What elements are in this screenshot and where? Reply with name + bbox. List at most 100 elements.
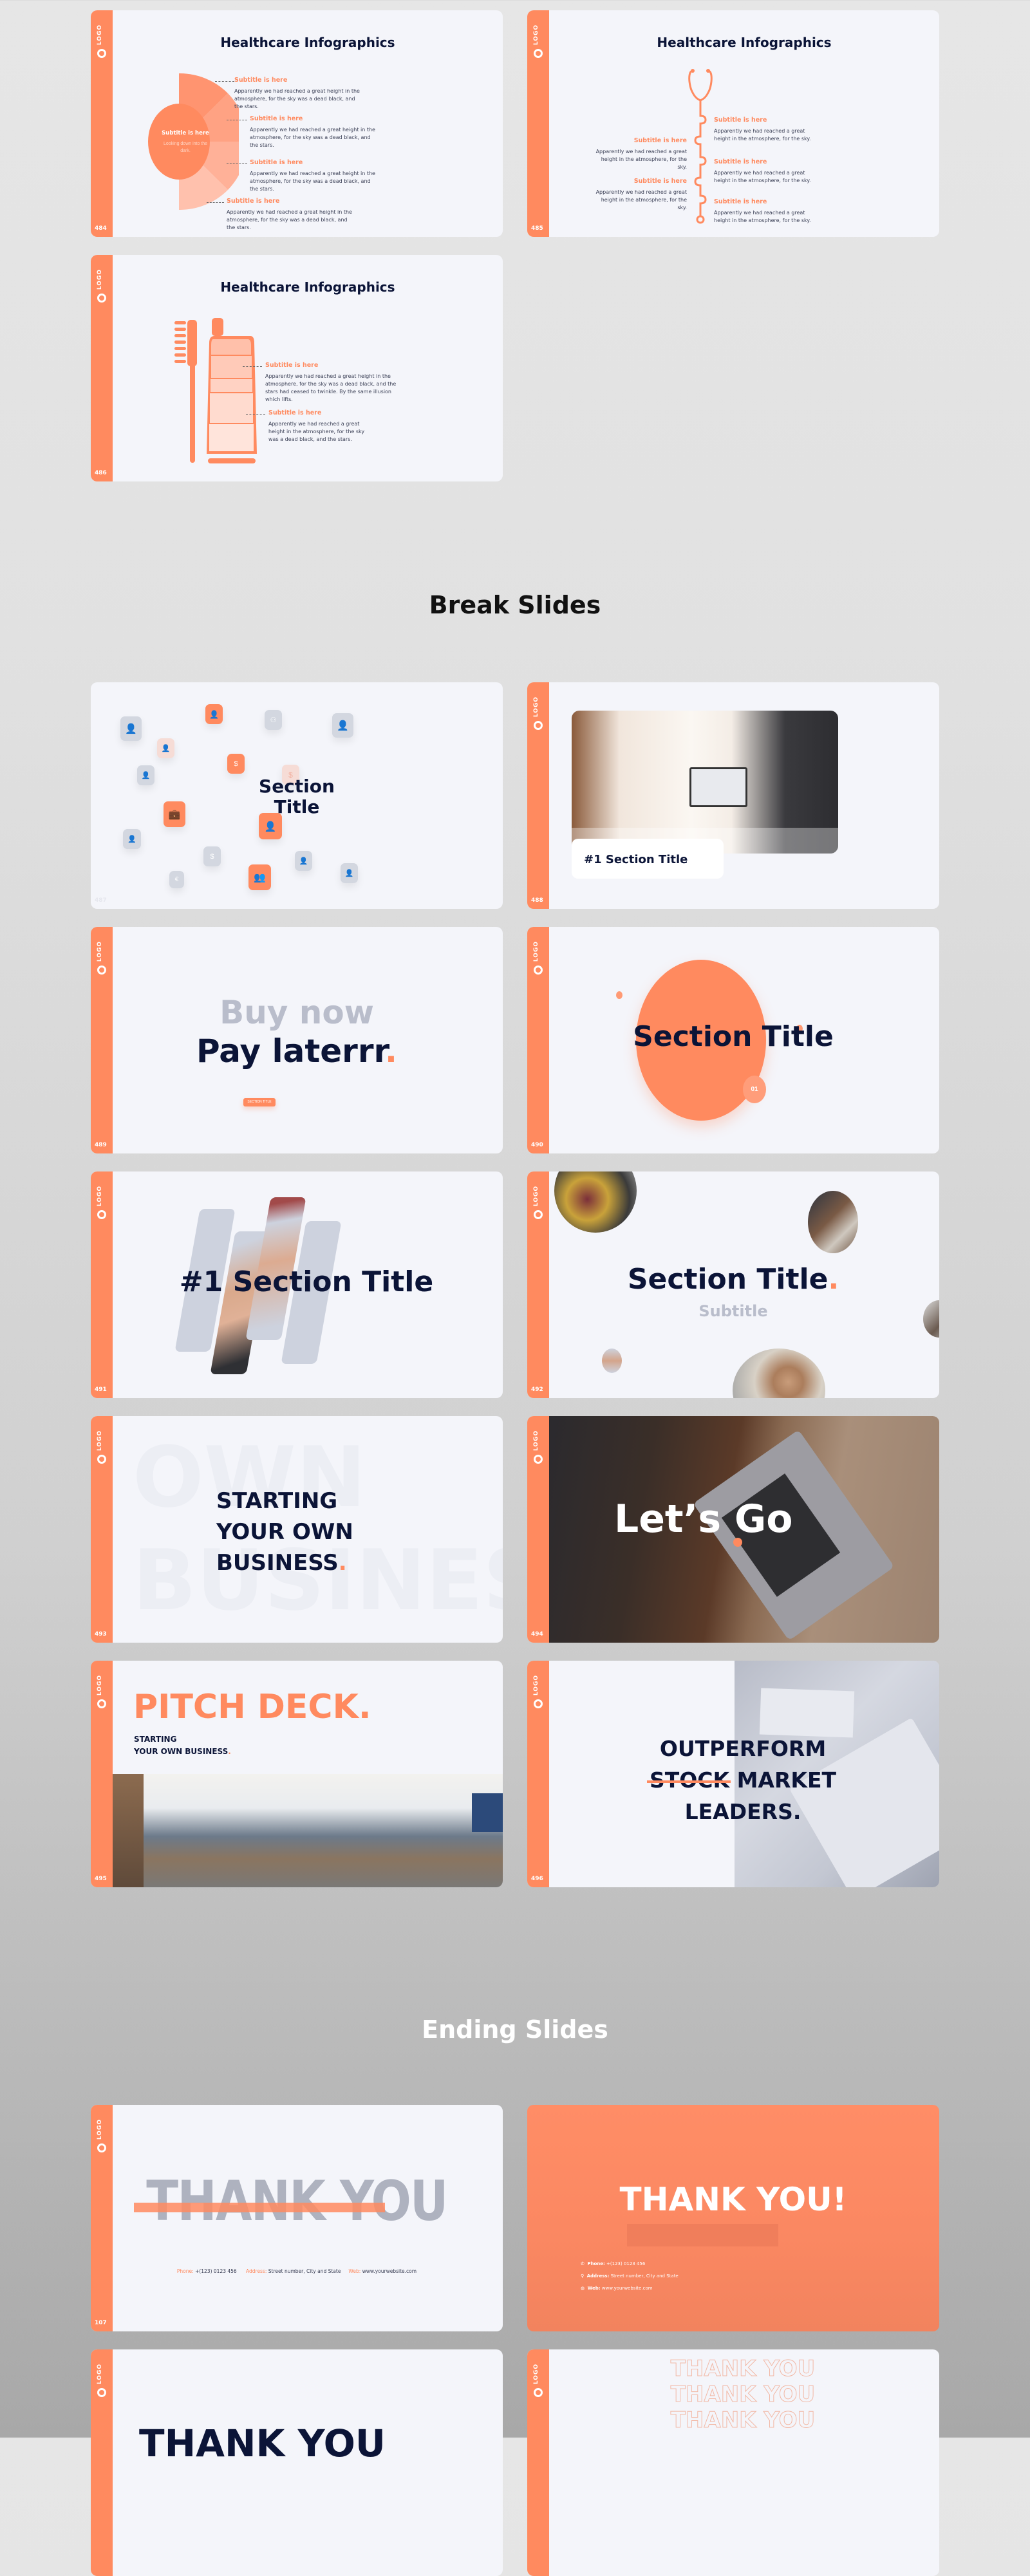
section-number-badge: 01 <box>743 1076 766 1103</box>
page-number: 488 <box>531 897 543 904</box>
slide-486[interactable]: LOGO 486 Healthcare Infographics Subtitl… <box>91 255 503 481</box>
strike-bar <box>134 2203 385 2212</box>
contact-row: Phone: +(123) 0123 456 Address: Street n… <box>91 2268 503 2274</box>
slide-491[interactable]: LOGO 491 #1 Section Title <box>91 1171 503 1398</box>
item-text: Apparently we had reached a great height… <box>595 149 687 170</box>
ring-icon <box>534 966 543 975</box>
slide-sidebar: LOGO 493 <box>91 1416 113 1643</box>
logo-label: LOGO <box>533 696 539 718</box>
logo-label: LOGO <box>97 941 103 962</box>
ring-icon <box>97 294 106 303</box>
section-title: Section Title <box>633 1020 834 1053</box>
subheadline-line: YOUR OWN BUSINESS <box>134 1747 229 1756</box>
item-subtitle: Subtitle is here <box>268 409 322 416</box>
web-label: Web: <box>587 2286 601 2291</box>
web-link[interactable]: www.yourwebsite.com <box>362 2268 417 2274</box>
ring-icon <box>97 2143 106 2152</box>
title-text: Section Title <box>627 1263 829 1296</box>
item-subtitle: Subtitle is here <box>633 178 687 185</box>
slide-thank-you-outline[interactable]: LOGO THANK YOU THANK YOU THANK YOU <box>527 2349 939 2576</box>
item-subtitle: Subtitle is here <box>227 198 280 205</box>
contact-phone: ✆ Phone: +(123) 0123 456 <box>581 2258 679 2270</box>
slide-thank-you-orange[interactable]: THANK YOU! ✆ Phone: +(123) 0123 456 ⚲ Ad… <box>527 2105 939 2331</box>
page-number: 495 <box>95 1876 107 1882</box>
team-photo <box>554 1171 637 1233</box>
slide-496[interactable]: LOGO 496 OUTPERFORM STOCK MARKET LEADERS… <box>527 1661 939 1887</box>
slide-495[interactable]: LOGO 495 PITCH DECK. STARTING YOUR OWN B… <box>91 1661 503 1887</box>
page-number: 492 <box>531 1386 543 1393</box>
person-dollar-icon: $ <box>203 846 221 866</box>
page-number: 486 <box>95 470 107 476</box>
item-subtitle: Subtitle is here <box>234 77 288 84</box>
slide-sidebar: LOGO 107 <box>91 2105 113 2331</box>
headline: OUTPERFORM STOCK MARKET LEADERS. <box>527 1733 939 1827</box>
info-item: Subtitle is here Apparently we had reach… <box>714 198 817 225</box>
info-item: Subtitle is here Apparently we had reach… <box>250 115 379 149</box>
person-icon: 👤 <box>341 863 358 883</box>
slide-sidebar: LOGO 494 <box>527 1416 549 1643</box>
item-text: Apparently we had reached a great height… <box>250 171 375 192</box>
toothpaste-toothbrush-icon <box>174 318 257 463</box>
slide-489[interactable]: LOGO 489 Buy now Pay laterrr. SECTION TI… <box>91 927 503 1153</box>
slide-487[interactable]: 👤 👤 ⚇ 👤 👤 $ $ 👤 💼 👤 👤 $ 👤 👤 € 👥 Section … <box>91 682 503 909</box>
item-subtitle: Subtitle is here <box>250 115 303 122</box>
logo-label: LOGO <box>533 24 539 46</box>
outline-line: THANK YOU <box>670 2356 816 2382</box>
accent-dot <box>616 991 623 999</box>
subheadline: STARTING YOUR OWN BUSINESS. <box>134 1733 231 1758</box>
accent-dot: . <box>228 1747 231 1756</box>
slide-493[interactable]: OWN BUSINESS LOGO 493 STARTING YOUR OWN … <box>91 1416 503 1643</box>
logo-label: LOGO <box>97 269 103 290</box>
slide-title: Healthcare Infographics <box>220 279 395 295</box>
item-subtitle: Subtitle is here <box>714 198 767 205</box>
address-label: Address: <box>586 2273 610 2279</box>
item-subtitle: Subtitle is here <box>714 158 767 165</box>
slide-492[interactable]: LOGO 492 Section Title. Subtitle <box>527 1171 939 1398</box>
logo-label: LOGO <box>97 2364 103 2385</box>
logo-label: LOGO <box>533 1675 539 1696</box>
slide-sidebar: LOGO 486 <box>91 255 113 481</box>
slide-490[interactable]: LOGO 490 Section Title 01 <box>527 927 939 1153</box>
item-text: Apparently we had reached a great height… <box>250 127 375 148</box>
ring-icon <box>97 1210 106 1219</box>
logo-label: LOGO <box>533 1186 539 1207</box>
headline-text: MARKET <box>736 1768 837 1793</box>
slide-484[interactable]: LOGO 484 Healthcare Infographics Subtitl… <box>91 10 503 237</box>
section-title: #1 Section Title <box>179 1265 434 1298</box>
ring-icon <box>97 49 106 58</box>
ring-icon <box>97 2388 106 2397</box>
web-link[interactable]: www.yourwebsite.com <box>602 2286 653 2291</box>
slide-107[interactable]: LOGO 107 THANK YOU Phone: +(123) 0123 45… <box>91 2105 503 2331</box>
org-chart-icon: ⚇ <box>265 710 282 730</box>
slide-488[interactable]: LOGO 488 #1 Section Title <box>527 682 939 909</box>
ring-icon <box>97 1455 106 1464</box>
logo-label: LOGO <box>97 2119 103 2140</box>
slide-sidebar: LOGO 488 <box>527 682 549 909</box>
info-item: Subtitle is here Apparently we had reach… <box>250 159 379 193</box>
accent-dot: . <box>828 1263 839 1296</box>
page-number: 489 <box>95 1142 107 1148</box>
phone-value: +(123) 0123 456 <box>195 2268 237 2274</box>
page-number: 490 <box>531 1142 543 1148</box>
slide-thank-you-dark[interactable]: LOGO THANK YOU <box>91 2349 503 2576</box>
accent-dot: . <box>385 1032 398 1070</box>
thank-you-headline: THANK YOU <box>139 2422 386 2465</box>
headline-line: BUSINESS <box>216 1550 339 1576</box>
section-title-button[interactable]: SECTION TITLE <box>243 1098 276 1106</box>
info-item: Subtitle is here Apparently we had reach… <box>590 137 687 171</box>
contact-address: ⚲ Address: Street number, City and State <box>581 2270 679 2282</box>
item-text: Apparently we had reached a great height… <box>265 373 397 402</box>
outline-text-stack: THANK YOU THANK YOU THANK YOU <box>527 2356 939 2434</box>
contact-web: ◍ Web: www.yourwebsite.com <box>581 2282 679 2295</box>
phone-value: +(123) 0123 456 <box>606 2261 646 2266</box>
page-number: 484 <box>95 225 107 232</box>
page-number: 493 <box>95 1631 107 1638</box>
laptop-desk-photo <box>808 1191 858 1253</box>
page-number: 487 <box>95 897 107 904</box>
page-number: 485 <box>531 225 543 232</box>
team-icon: 👥 <box>248 864 271 890</box>
subtitle: Subtitle <box>698 1302 768 1320</box>
slide-485[interactable]: LOGO 485 Healthcare Infographics Subtitl… <box>527 10 939 237</box>
slide-494[interactable]: LOGO 494 Let’s Go <box>527 1416 939 1643</box>
person-icon: 👤 <box>205 704 223 724</box>
